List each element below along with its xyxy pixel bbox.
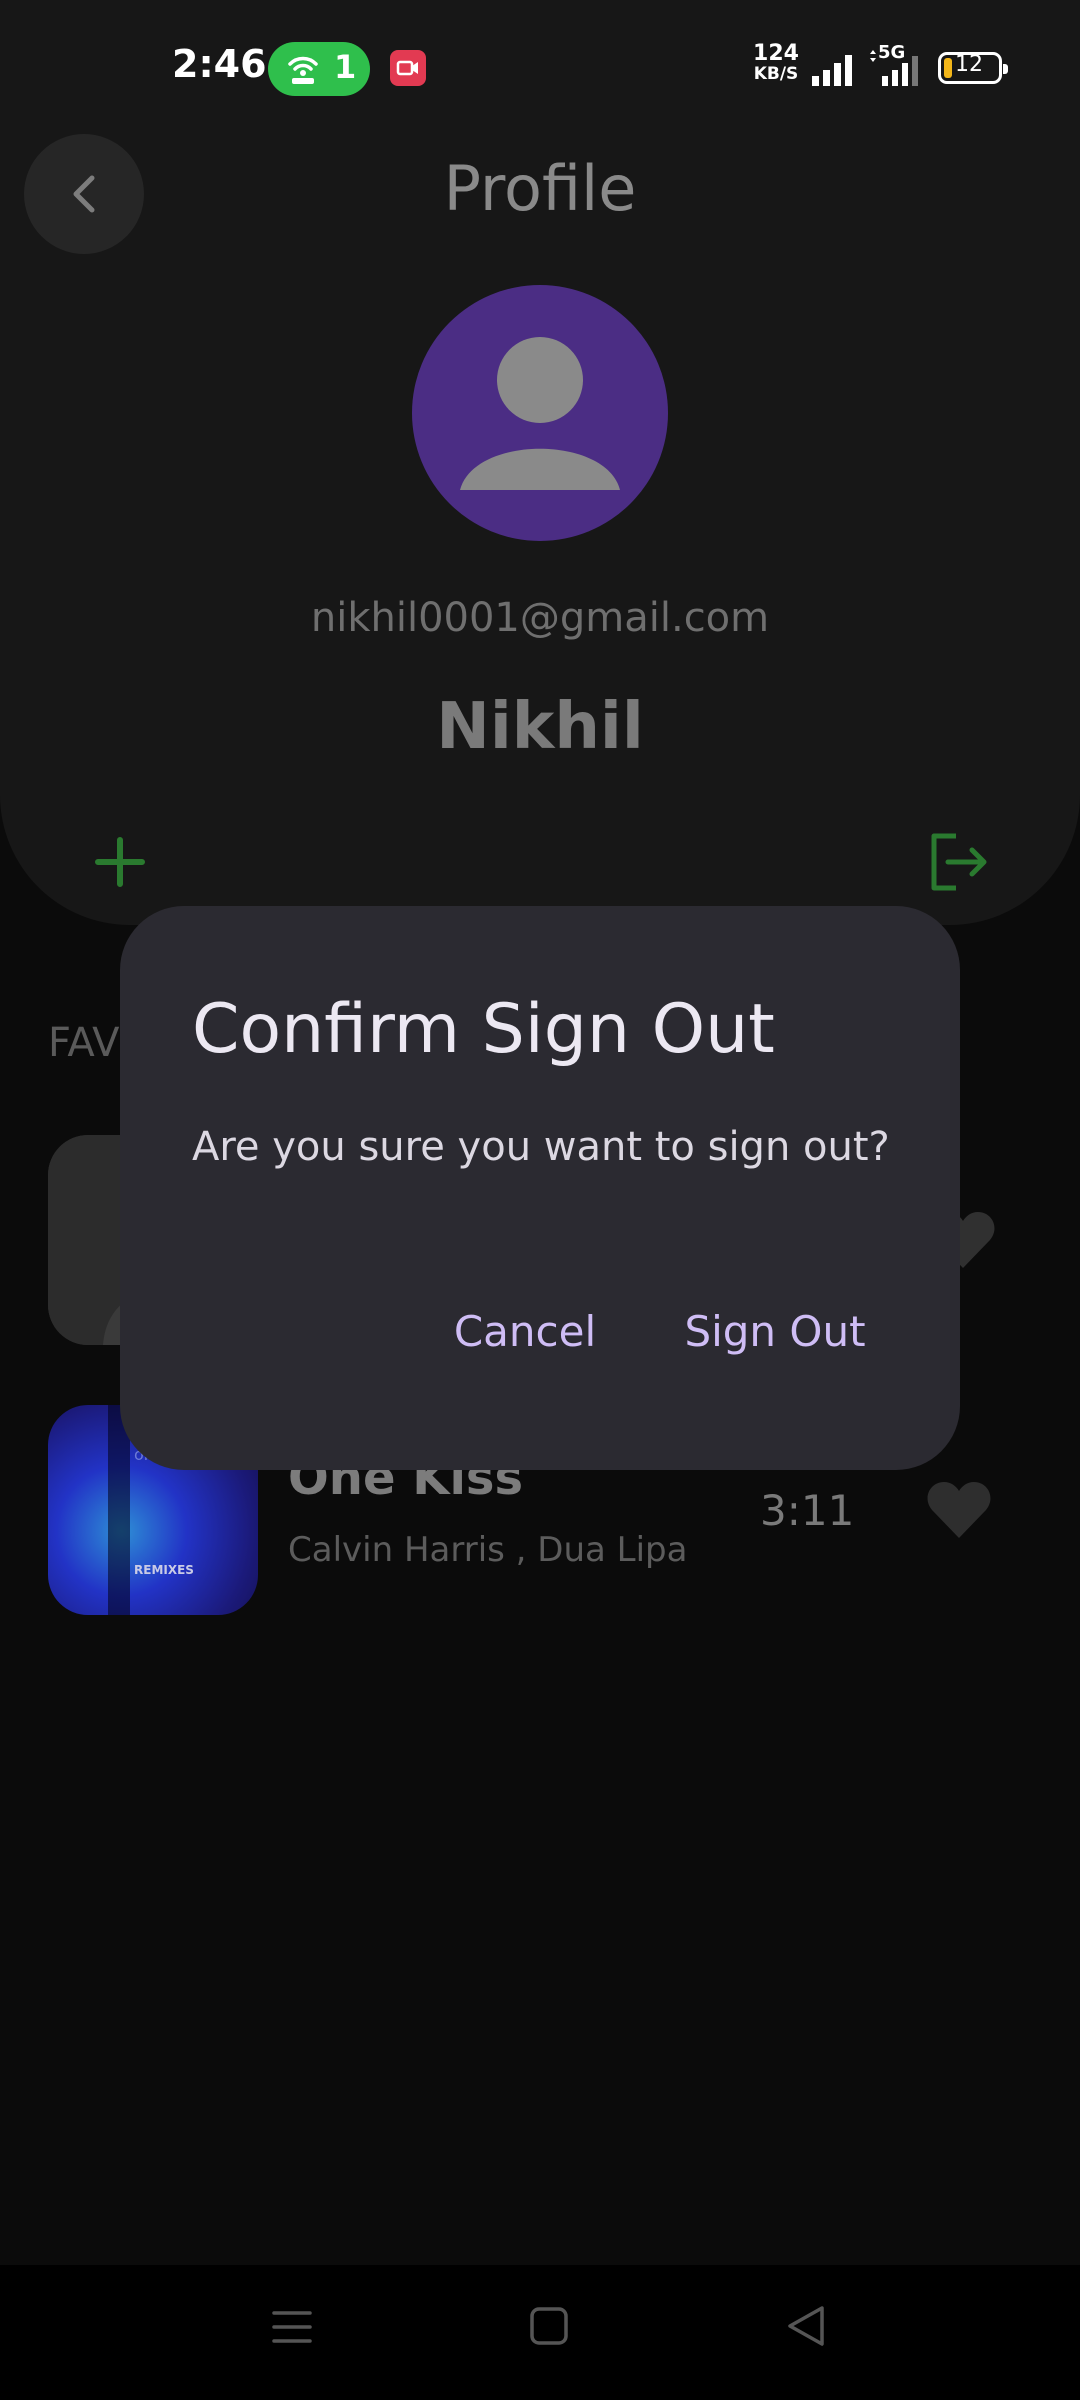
network-speed-unit: KB/S xyxy=(753,64,799,84)
add-button[interactable] xyxy=(90,832,150,892)
artwork-stripe xyxy=(108,1405,130,1615)
back-triangle-icon[interactable] xyxy=(784,2303,828,2349)
home-square-icon[interactable] xyxy=(528,2305,570,2347)
signal-5g-icon xyxy=(870,50,918,86)
cancel-button[interactable]: Cancel xyxy=(435,1286,615,1376)
logout-icon xyxy=(931,833,987,891)
artwork-text: REMIXES xyxy=(134,1563,194,1577)
person-icon xyxy=(460,337,620,490)
battery-tip xyxy=(1003,64,1008,74)
hotspot-count: 1 xyxy=(334,48,357,86)
favorite-toggle[interactable] xyxy=(926,1480,992,1540)
confirm-sign-out-dialog: Confirm Sign Out Are you sure you want t… xyxy=(120,906,960,1470)
battery-level: 12 xyxy=(955,52,983,77)
battery-fill xyxy=(944,58,952,78)
status-time: 2:46 xyxy=(172,42,267,86)
heart-icon xyxy=(927,1482,991,1538)
plus-icon xyxy=(95,837,145,887)
song-artist: Calvin Harris , Dua Lipa xyxy=(288,1530,688,1570)
dialog-message: Are you sure you want to sign out? xyxy=(192,1124,890,1170)
signal-5g-indicator: 5G xyxy=(866,42,926,90)
favorites-section-label: FAV xyxy=(48,1020,120,1066)
dialog-title: Confirm Sign Out xyxy=(192,990,775,1069)
screen-record-icon xyxy=(390,50,426,86)
hotspot-icon xyxy=(288,56,318,84)
sign-out-button[interactable] xyxy=(926,830,990,894)
confirm-sign-out-button[interactable]: Sign Out xyxy=(650,1286,900,1376)
page-title: Profile xyxy=(443,152,637,225)
profile-email: nikhil0001@gmail.com xyxy=(310,595,770,641)
profile-name: Nikhil xyxy=(436,690,644,764)
network-speed-value: 124 xyxy=(753,41,799,66)
avatar[interactable] xyxy=(412,285,668,541)
hotspot-indicator: 1 xyxy=(268,42,370,96)
system-nav-bar xyxy=(0,2265,1080,2400)
menu-icon[interactable] xyxy=(270,2305,314,2349)
status-bar: 2:46 1 124 KB/S 5G 12 xyxy=(0,0,1080,130)
network-speed: 124 KB/S xyxy=(752,41,800,85)
signal-strength-icon xyxy=(812,55,852,86)
battery-indicator: 12 xyxy=(938,52,1008,84)
song-duration: 3:11 xyxy=(760,1486,855,1535)
